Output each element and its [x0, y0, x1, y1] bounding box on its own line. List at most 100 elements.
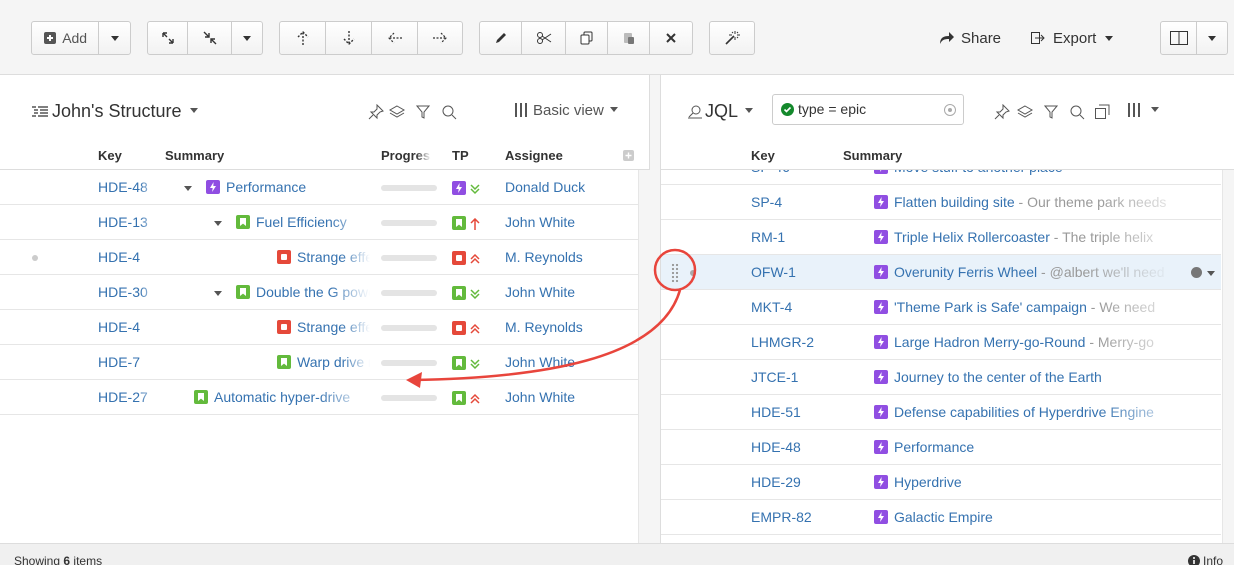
jql-row[interactable]: JTCE-1 Journey to the center of the Earth: [661, 360, 1221, 395]
share-button[interactable]: Share: [939, 21, 1001, 55]
row-summary[interactable]: Triple Helix Rollercoaster - The triple …: [874, 229, 1194, 245]
row-assignee[interactable]: John White: [505, 354, 615, 370]
row-key[interactable]: LHMGR-2: [751, 334, 831, 350]
automation-button[interactable]: [710, 22, 754, 54]
filter-icon[interactable]: [416, 104, 430, 120]
panel-divider[interactable]: [650, 75, 660, 543]
info-button[interactable]: Info: [1188, 554, 1223, 565]
pin-icon[interactable]: [994, 104, 1010, 120]
jql-row[interactable]: HDE-29 Hyperdrive: [661, 465, 1221, 500]
structure-row[interactable]: HDE-13 Fuel Efficiency John White: [0, 205, 649, 240]
row-summary[interactable]: Large Hadron Merry-go-Round - Merry-go: [874, 334, 1194, 350]
col-progress[interactable]: Progress: [381, 148, 431, 163]
row-key[interactable]: SP-46: [751, 170, 831, 175]
export-button[interactable]: Export: [1031, 21, 1114, 55]
row-key[interactable]: HDE-48: [98, 179, 158, 195]
row-key[interactable]: JTCE-1: [751, 369, 831, 385]
row-summary[interactable]: Fuel Efficiency: [236, 214, 370, 230]
row-assignee[interactable]: M. Reynolds: [505, 319, 615, 335]
row-summary[interactable]: Overunity Ferris Wheel - @albert we'll n…: [874, 264, 1174, 280]
row-summary[interactable]: Defense capabilities of Hyperdrive Engin…: [874, 404, 1194, 420]
layout-dropdown-button[interactable]: [1197, 22, 1227, 54]
row-key[interactable]: HDE-51: [751, 404, 831, 420]
row-summary[interactable]: 'Theme Park is Safe' campaign - We need: [874, 299, 1194, 315]
row-key[interactable]: HDE-29: [751, 474, 831, 490]
row-summary[interactable]: Strange effects: [277, 249, 370, 265]
add-button[interactable]: Add: [32, 22, 100, 54]
jql-row[interactable]: HDE-51 Defense capabilities of Hyperdrive…: [661, 395, 1221, 430]
jql-row[interactable]: RM-1 Triple Helix Rollercoaster - The tri…: [661, 220, 1221, 255]
row-assignee[interactable]: John White: [505, 389, 615, 405]
structure-row[interactable]: HDE-30 Double the G power John White: [0, 275, 649, 310]
search-icon[interactable]: [1069, 104, 1085, 120]
row-key[interactable]: HDE-7: [98, 354, 158, 370]
jql-title[interactable]: JQL: [705, 101, 754, 122]
expand-all-button[interactable]: [148, 22, 188, 54]
col-summary[interactable]: Summary: [165, 148, 224, 163]
row-summary[interactable]: Flatten building site - Our theme park n…: [874, 194, 1194, 210]
row-assignee[interactable]: M. Reynolds: [505, 249, 615, 265]
structure-row[interactable]: HDE-48 Performance Donald Duck: [0, 170, 649, 205]
row-summary[interactable]: Move stuff to another place: [874, 170, 1194, 175]
jql-row[interactable]: EMPR-82 Galactic Empire: [661, 500, 1221, 535]
jql-row[interactable]: OFW-1 Overunity Ferris Wheel - @albert we…: [661, 255, 1221, 290]
row-assignee[interactable]: John White: [505, 284, 615, 300]
jql-row[interactable]: MKT-4 'Theme Park is Safe' campaign - We …: [661, 290, 1221, 325]
row-key[interactable]: HDE-4: [98, 319, 158, 335]
row-summary[interactable]: Galactic Empire: [874, 509, 1194, 525]
row-summary[interactable]: Warp drive module: [277, 354, 370, 370]
move-right-button[interactable]: [418, 22, 462, 54]
move-left-button[interactable]: [372, 22, 418, 54]
structure-title[interactable]: John's Structure: [52, 101, 198, 122]
collapse-all-button[interactable]: [188, 22, 232, 54]
jql-row[interactable]: HDE-48 Performance: [661, 430, 1221, 465]
jql-scrollbar[interactable]: [1222, 170, 1234, 543]
row-summary[interactable]: Performance: [874, 439, 1194, 455]
row-key[interactable]: HDE-30: [98, 284, 158, 300]
columns-selector[interactable]: [1127, 102, 1159, 118]
row-key[interactable]: RM-1: [751, 229, 831, 245]
layers-icon[interactable]: [1017, 104, 1033, 120]
expand-caret-icon[interactable]: [214, 221, 222, 226]
row-summary[interactable]: Journey to the center of the Earth: [874, 369, 1194, 385]
add-column-icon[interactable]: [623, 150, 634, 161]
structure-scrollbar[interactable]: [638, 170, 650, 543]
row-key[interactable]: OFW-1: [751, 264, 831, 280]
expand-caret-icon[interactable]: [214, 291, 222, 296]
row-summary[interactable]: Automatic hyper-drive: [194, 389, 370, 405]
clear-icon[interactable]: [944, 104, 956, 116]
search-icon[interactable]: [441, 104, 457, 120]
move-down-button[interactable]: [326, 22, 372, 54]
copy-button[interactable]: [566, 22, 608, 54]
open-window-icon[interactable]: [1095, 104, 1110, 119]
delete-button[interactable]: [650, 22, 692, 54]
edit-button[interactable]: [480, 22, 522, 54]
row-assignee[interactable]: John White: [505, 214, 615, 230]
layout-toggle-button[interactable]: [1161, 22, 1197, 54]
col-key[interactable]: Key: [98, 148, 122, 163]
row-key[interactable]: HDE-27: [98, 389, 158, 405]
row-key[interactable]: EMPR-82: [751, 509, 831, 525]
jql-row[interactable]: SP-46 Move stuff to another place: [661, 170, 1221, 185]
row-summary[interactable]: Double the G power: [236, 284, 370, 300]
col-key[interactable]: Key: [751, 148, 775, 163]
row-key[interactable]: SP-4: [751, 194, 831, 210]
row-key[interactable]: HDE-13: [98, 214, 158, 230]
paste-button[interactable]: [608, 22, 650, 54]
view-selector[interactable]: Basic view: [514, 102, 619, 119]
col-summary[interactable]: Summary: [843, 148, 902, 163]
structure-row[interactable]: HDE-7 Warp drive module John White: [0, 345, 649, 380]
cut-button[interactable]: [522, 22, 566, 54]
structure-row[interactable]: HDE-4 Strange effects M. Reynolds: [0, 240, 649, 275]
structure-row[interactable]: HDE-27 Automatic hyper-drive John White: [0, 380, 649, 415]
expand-dropdown-button[interactable]: [232, 22, 262, 54]
filter-icon[interactable]: [1044, 104, 1058, 120]
row-assignee[interactable]: Donald Duck: [505, 179, 615, 195]
jql-query-field[interactable]: type = epic: [772, 94, 964, 125]
structure-row[interactable]: HDE-4 Strange effects M. Reynolds: [0, 310, 649, 345]
col-assignee[interactable]: Assignee: [505, 148, 563, 163]
row-key[interactable]: HDE-48: [751, 439, 831, 455]
pin-icon[interactable]: [368, 104, 384, 120]
row-summary[interactable]: Performance: [206, 179, 370, 195]
row-summary[interactable]: Strange effects: [277, 319, 370, 335]
